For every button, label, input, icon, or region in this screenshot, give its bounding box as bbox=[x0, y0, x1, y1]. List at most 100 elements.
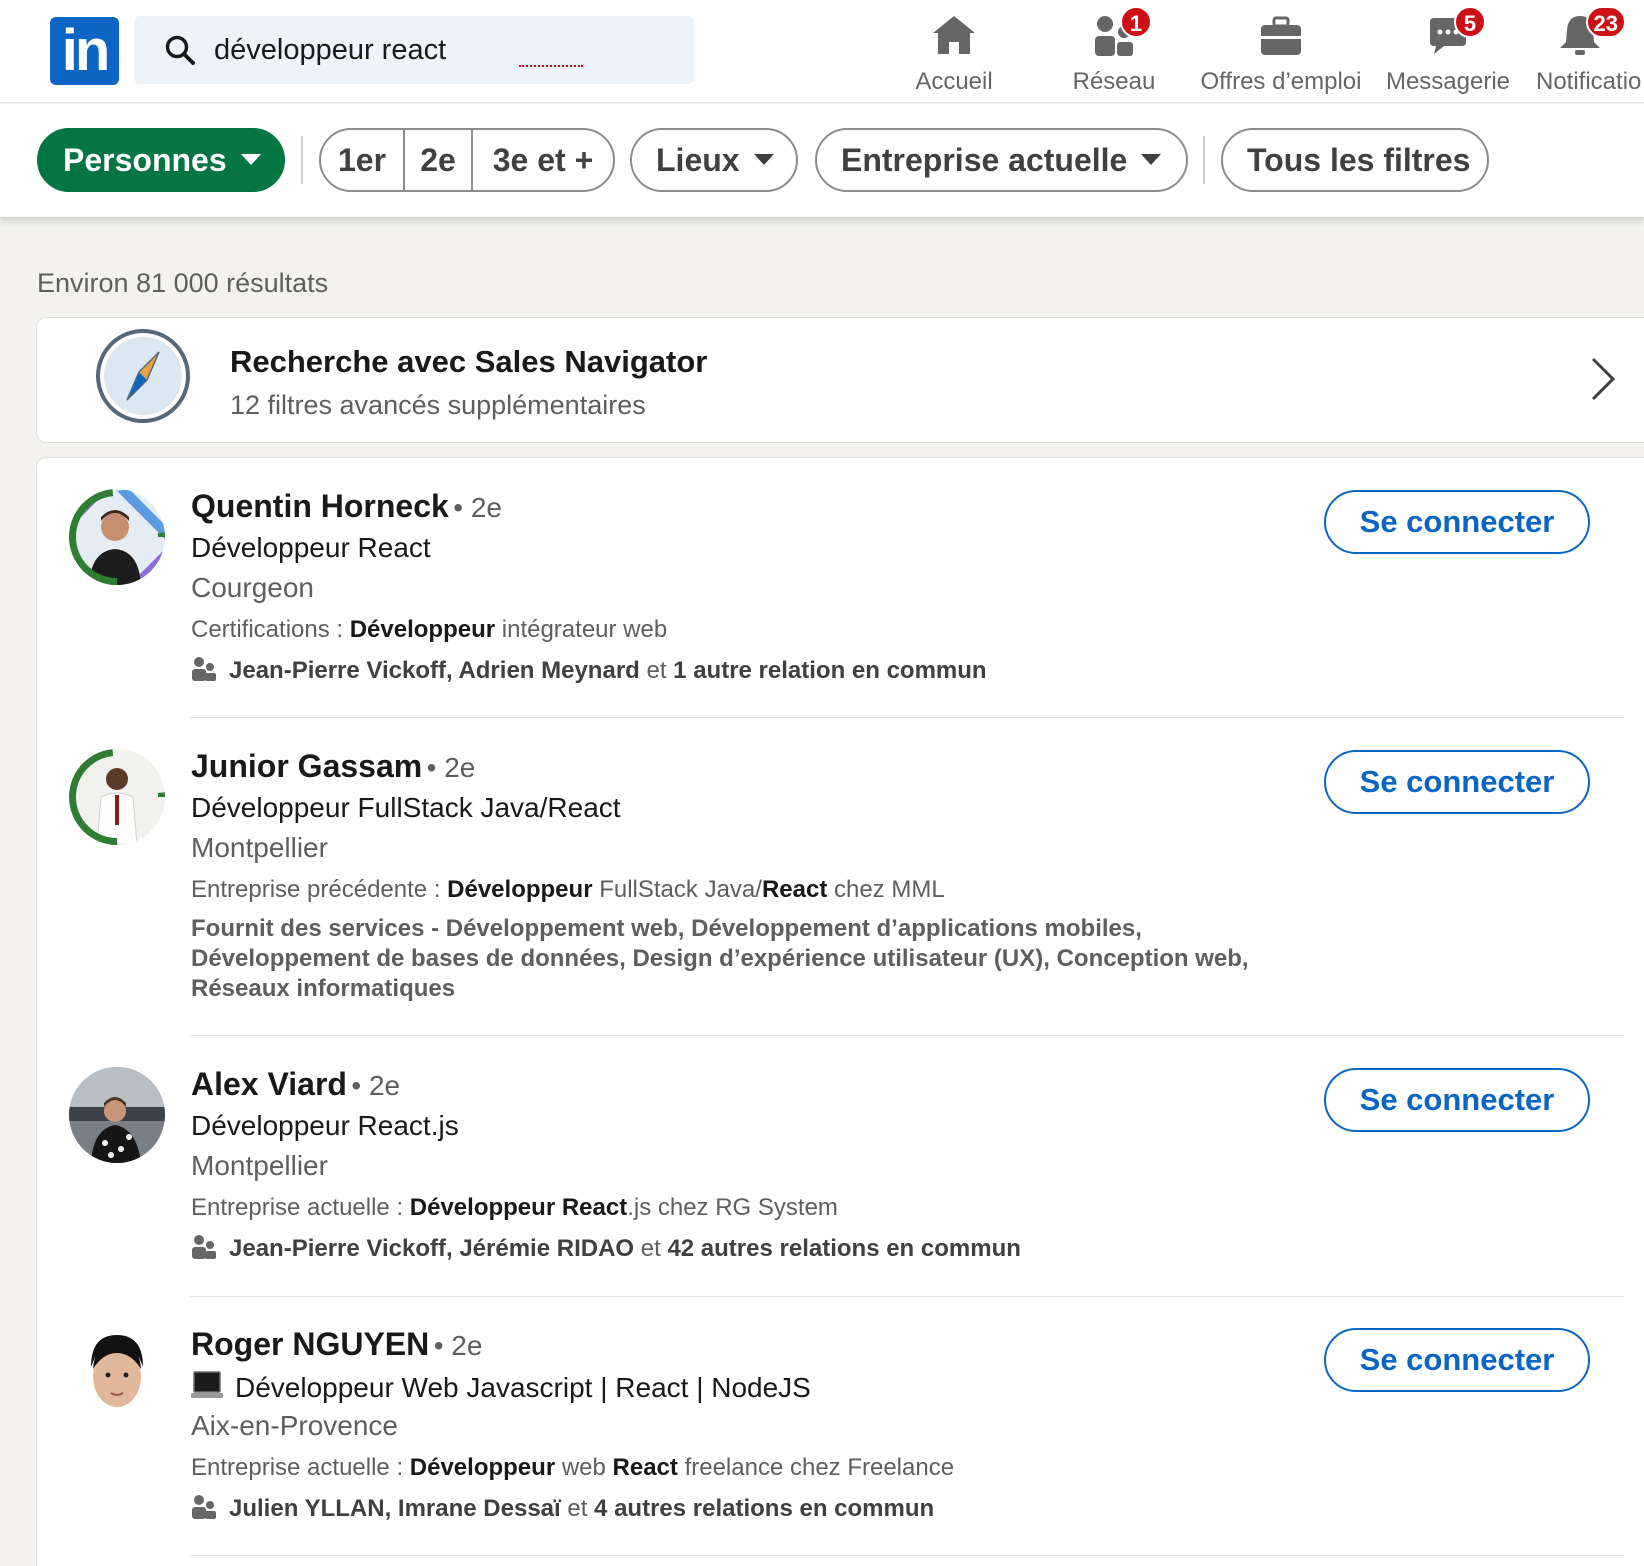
result-summary: Entreprise actuelle : Développeur React.… bbox=[191, 1194, 838, 1222]
caret-down-icon bbox=[240, 154, 261, 166]
summary-text: intégrateur web bbox=[495, 616, 668, 643]
top-navigation-bar: in Accueil 1 Réseau bbox=[0, 0, 1644, 103]
result-location: Aix-en-Provence bbox=[191, 1410, 398, 1441]
mutual-and: et bbox=[634, 1235, 668, 1262]
all-filters-button[interactable]: Tous les filtres bbox=[1221, 128, 1489, 192]
connect-button[interactable]: Se connecter bbox=[1324, 1068, 1590, 1132]
people-filter-button[interactable]: Personnes bbox=[37, 128, 285, 192]
summary-label: Entreprise précédente : bbox=[191, 876, 448, 903]
mutual-connections[interactable]: Jean-Pierre Vickoff, Adrien Meynard et 1… bbox=[191, 656, 987, 685]
summary-label: Entreprise actuelle : bbox=[191, 1454, 410, 1481]
nav-jobs-label: Offres d’emploi bbox=[1200, 68, 1362, 95]
avatar[interactable] bbox=[69, 749, 165, 845]
avatar[interactable] bbox=[69, 1067, 165, 1163]
nav-network[interactable]: 1 Réseau bbox=[1058, 6, 1170, 95]
search-results-list: Quentin Horneck • 2e Développeur React C… bbox=[36, 457, 1644, 1566]
spellcheck-underline bbox=[519, 64, 583, 67]
summary-highlight: Développeur bbox=[447, 876, 593, 903]
connection-degree: • 2e bbox=[433, 1330, 483, 1361]
mutual-names: Jean-Pierre Vickoff, Jérémie RIDAO bbox=[229, 1235, 635, 1262]
messaging-icon: 5 bbox=[1424, 6, 1486, 58]
nav-jobs[interactable]: Offres d’emploi bbox=[1190, 12, 1372, 95]
result-headline-text: Développeur Web Javascript | React | Nod… bbox=[235, 1372, 811, 1403]
briefcase-icon bbox=[1257, 12, 1305, 58]
summary-text: web bbox=[555, 1454, 613, 1481]
summary-highlight: Développeur bbox=[409, 1454, 556, 1481]
result-headline: Développeur React.js bbox=[191, 1110, 459, 1141]
results-count: Environ 81 000 résultats bbox=[37, 268, 329, 298]
nav-notifications[interactable]: 23 Notificatio bbox=[1536, 6, 1644, 95]
result-name-link[interactable]: Junior Gassam bbox=[191, 748, 422, 784]
result-location: Montpellier bbox=[191, 1150, 328, 1181]
caret-down-icon bbox=[1141, 154, 1162, 166]
mutual-connections[interactable]: Jean-Pierre Vickoff, Jérémie RIDAO et 42… bbox=[191, 1234, 1021, 1263]
result-divider bbox=[190, 1035, 1624, 1036]
nav-network-label: Réseau bbox=[1072, 68, 1156, 95]
result-location: Montpellier bbox=[191, 832, 328, 863]
current-company-filter-button[interactable]: Entreprise actuelle bbox=[815, 128, 1188, 192]
nav-messaging[interactable]: 5 Messagerie bbox=[1380, 6, 1516, 95]
result-name-link[interactable]: Quentin Horneck bbox=[191, 488, 449, 524]
result-item: Junior Gassam • 2e Développeur FullStack… bbox=[37, 748, 1644, 1058]
result-name-line: Roger NGUYEN • 2e bbox=[191, 1326, 482, 1363]
connection-degree: • 2e bbox=[453, 492, 502, 523]
result-summary: Certifications : Développeur intégrateur… bbox=[191, 616, 667, 644]
result-divider bbox=[190, 1296, 1624, 1297]
filter-separator bbox=[1203, 136, 1205, 184]
provided-services: Fournit des services - Développement web… bbox=[191, 915, 1249, 1002]
search-filter-bar: Personnes 1er 2e 3e et + Lieux Entrepris… bbox=[0, 104, 1644, 218]
degree-1-button[interactable]: 1er bbox=[321, 130, 405, 190]
summary-text: FullStack Java/ bbox=[592, 876, 762, 903]
summary-highlight: React bbox=[612, 1454, 678, 1481]
nav-home-label: Accueil bbox=[915, 68, 993, 95]
sales-navigator-subtitle: 12 filtres avancés supplémentaires bbox=[230, 390, 646, 420]
connect-button[interactable]: Se connecter bbox=[1324, 1328, 1590, 1392]
result-name-line: Alex Viard • 2e bbox=[191, 1066, 400, 1103]
summary-text: .js chez RG System bbox=[627, 1194, 838, 1221]
mutual-names: Jean-Pierre Vickoff, Adrien Meynard bbox=[229, 657, 640, 684]
mutual-count: 1 autre relation en commun bbox=[673, 657, 987, 684]
result-name-line: Junior Gassam • 2e bbox=[191, 748, 475, 785]
nav-home[interactable]: Accueil bbox=[898, 12, 1010, 95]
result-item: Quentin Horneck • 2e Développeur React C… bbox=[37, 488, 1644, 718]
result-item: Roger NGUYEN • 2e Développeur Web Javasc… bbox=[37, 1326, 1644, 1556]
linkedin-logo[interactable]: in bbox=[50, 17, 119, 85]
search-icon bbox=[165, 35, 195, 65]
result-name-link[interactable]: Alex Viard bbox=[191, 1066, 347, 1102]
people-icon bbox=[192, 657, 216, 681]
result-name-line: Quentin Horneck • 2e bbox=[191, 488, 502, 525]
search-input[interactable] bbox=[214, 26, 674, 74]
network-badge: 1 bbox=[1120, 6, 1152, 38]
result-headline: Développeur FullStack Java/React bbox=[191, 792, 621, 823]
summary-highlight: React bbox=[761, 876, 828, 903]
locations-filter-button[interactable]: Lieux bbox=[630, 128, 798, 192]
mutual-names: Julien YLLAN, Imrane Dessaï bbox=[229, 1495, 561, 1522]
mutual-count: 42 autres relations en commun bbox=[667, 1235, 1021, 1262]
sales-navigator-card[interactable]: Recherche avec Sales Navigator 12 filtre… bbox=[36, 317, 1644, 443]
home-icon bbox=[930, 12, 978, 58]
connect-button[interactable]: Se connecter bbox=[1324, 750, 1590, 814]
summary-highlight: Développeur React bbox=[409, 1194, 628, 1221]
mutual-count: 4 autres relations en commun bbox=[594, 1495, 935, 1522]
summary-text: chez MML bbox=[827, 876, 945, 903]
bell-icon: 23 bbox=[1556, 6, 1626, 58]
result-summary: Entreprise actuelle : Développeur web Re… bbox=[191, 1454, 954, 1482]
degree-2-button[interactable]: 2e bbox=[405, 130, 473, 190]
result-item: Alex Viard • 2e Développeur React.js Mon… bbox=[37, 1066, 1644, 1296]
summary-label: Entreprise actuelle : bbox=[191, 1194, 410, 1221]
result-headline: Développeur React bbox=[191, 532, 431, 563]
mutual-and: et bbox=[639, 657, 674, 684]
summary-label: Certifications : bbox=[191, 616, 350, 643]
connection-degree: • 2e bbox=[351, 1070, 401, 1101]
mutual-connections[interactable]: Julien YLLAN, Imrane Dessaï et 4 autres … bbox=[191, 1494, 934, 1523]
mutual-and: et bbox=[560, 1495, 595, 1522]
nav-notifications-label: Notificatio bbox=[1536, 68, 1642, 95]
avatar[interactable] bbox=[69, 1327, 165, 1423]
connect-button[interactable]: Se connecter bbox=[1324, 490, 1590, 554]
result-name-link[interactable]: Roger NGUYEN bbox=[191, 1326, 429, 1362]
search-bar[interactable] bbox=[134, 16, 694, 84]
degree-3-button[interactable]: 3e et + bbox=[473, 130, 613, 190]
summary-highlight: Développeur bbox=[349, 616, 496, 643]
avatar[interactable] bbox=[69, 489, 165, 585]
filter-separator bbox=[301, 136, 303, 184]
